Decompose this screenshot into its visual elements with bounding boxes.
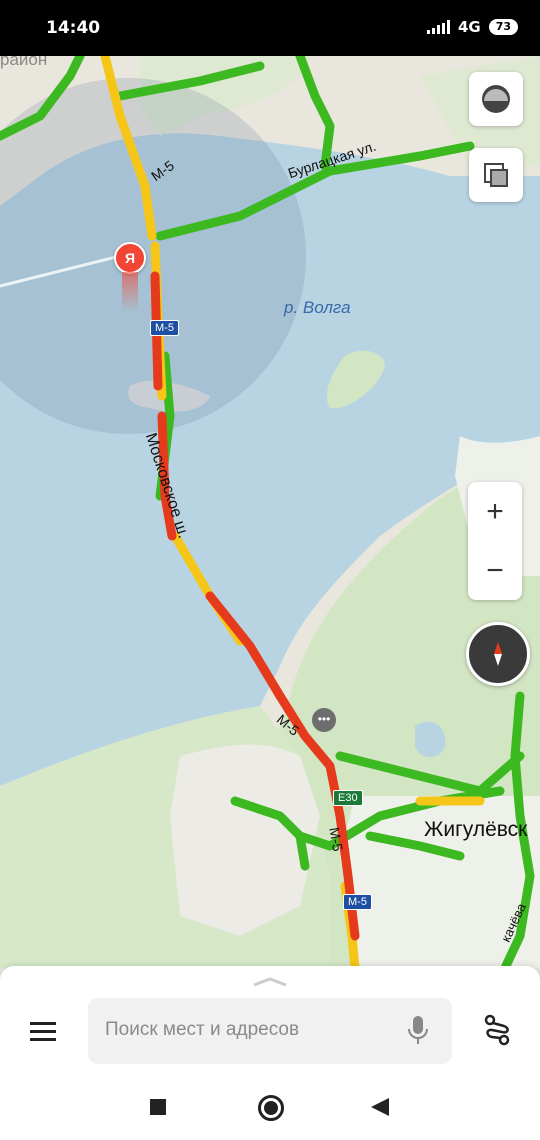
zoom-out-button[interactable]: − [468,541,522,600]
home-button[interactable] [258,1095,284,1121]
back-button[interactable] [371,1098,389,1116]
network-type: 4G [457,18,481,36]
menu-button[interactable] [30,1020,56,1042]
hamburger-icon [30,1022,56,1041]
layers-icon [482,85,510,113]
city-label: Жигулёвск [424,818,528,841]
overlay-button[interactable] [469,148,523,202]
road-shield-e30: E30 [333,790,363,806]
overlay-icon [484,163,508,187]
zoom-controls: + − [468,482,522,600]
search-placeholder: Поиск мест и адресов [105,1019,300,1040]
search-input[interactable]: Поиск мест и адресов [88,998,452,1064]
compass-button[interactable] [466,622,530,686]
microphone-icon[interactable] [408,1015,428,1045]
compass-icon [494,642,502,666]
user-location-marker[interactable]: Я [114,242,146,274]
routes-button[interactable] [482,1014,512,1046]
drag-handle[interactable] [252,974,288,987]
heading-beam [122,272,138,312]
layers-button[interactable] [469,72,523,126]
zoom-in-button[interactable]: + [468,482,522,541]
map-view[interactable]: район р. Волга Бурлацкая ул. M-5 Московс… [0,50,540,973]
recents-button[interactable] [150,1099,166,1115]
road-event-icon[interactable]: ••• [312,708,336,732]
road-shield-m5: M-5 [150,320,179,336]
status-bar: 14:40 4G 73 [0,0,540,56]
river-label: р. Волга [284,298,351,317]
clock: 14:40 [46,18,101,38]
road-shield-m5: M-5 [343,894,372,910]
status-icons: 4G 73 [426,18,518,36]
signal-icon [426,20,450,34]
navigation-bar [0,1078,540,1140]
route-icon [484,1014,510,1046]
battery-icon: 73 [488,19,518,35]
